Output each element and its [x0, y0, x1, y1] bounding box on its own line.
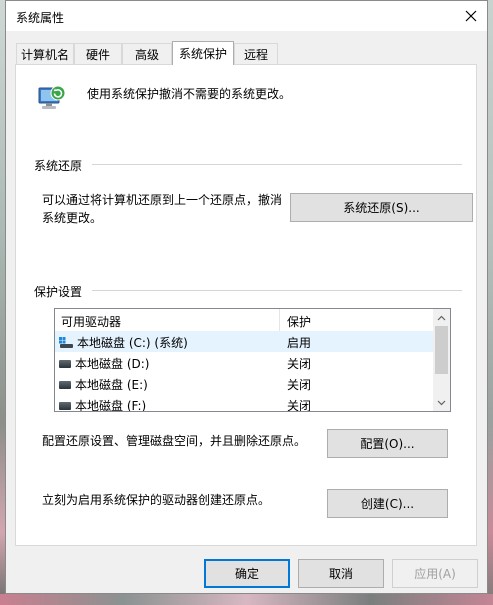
scroll-down-button[interactable] [433, 394, 450, 411]
column-header-protection[interactable]: 保护 [287, 313, 311, 330]
protection-status: 关闭 [287, 399, 312, 412]
drive-name: 本地磁盘 (C:) (系统) [77, 336, 188, 350]
cancel-button[interactable]: 取消 [298, 559, 384, 588]
protection-status: 启用 [287, 336, 312, 350]
tab-remote[interactable]: 远程 [234, 43, 278, 64]
window-title: 系统属性 [16, 11, 65, 25]
column-header-drives[interactable]: 可用驱动器 [61, 313, 121, 330]
close-button[interactable] [455, 1, 487, 31]
tab-panel: 使用系统保护撤消不需要的系统更改。 系统还原 可以通过将计算机还原到上一个还原点… [15, 64, 477, 546]
tab-hardware[interactable]: 硬件 [74, 43, 122, 64]
configure-description: 配置还原设置、管理磁盘空间，并且删除还原点。 [42, 434, 307, 448]
section-divider [92, 164, 462, 165]
close-icon [465, 10, 477, 22]
scroll-up-button[interactable] [433, 309, 450, 326]
tab-computer-name[interactable]: 计算机名 [16, 43, 74, 64]
scroll-thumb[interactable] [435, 326, 448, 374]
system-restore-section-label: 系统还原 [34, 159, 83, 173]
drive-name: 本地磁盘 (D:) [75, 357, 150, 371]
title-bar[interactable]: 系统属性 [6, 1, 487, 31]
table-row[interactable]: 本地磁盘 (D:) 关闭 [55, 352, 433, 373]
restore-description-line1: 可以通过将计算机还原到上一个还原点，撤消 [42, 193, 283, 207]
system-protection-icon [36, 82, 68, 114]
configure-button[interactable]: 配置(O)... [327, 429, 448, 458]
drive-icon [59, 359, 71, 368]
protection-status: 关闭 [287, 378, 312, 392]
table-row[interactable]: 本地磁盘 (C:) (系统) 启用 [55, 331, 433, 352]
drive-list[interactable]: 可用驱动器 保护 本地磁盘 (C:) (系统) 启用 本地磁盘 (D:) 关闭 … [54, 308, 451, 412]
system-properties-window: 系统属性 计算机名 硬件 高级 系统保护 远程 使用系统保护撤消不需要的系统更改… [5, 0, 488, 594]
drive-icon [59, 380, 71, 389]
restore-description-line2: 系统更改。 [42, 211, 103, 225]
create-description: 立刻为启用系统保护的驱动器创建还原点。 [42, 493, 271, 507]
ok-button[interactable]: 确定 [204, 559, 290, 588]
tab-system-protection[interactable]: 系统保护 [172, 41, 234, 65]
section-divider [92, 290, 462, 291]
system-drive-icon [59, 336, 73, 348]
table-row[interactable]: 本地磁盘 (E:) 关闭 [55, 373, 433, 394]
list-header: 可用驱动器 保护 [55, 309, 433, 332]
drive-icon [59, 401, 71, 410]
chevron-up-icon [437, 315, 446, 320]
system-restore-button[interactable]: 系统还原(S)... [290, 193, 473, 222]
tab-advanced[interactable]: 高级 [122, 43, 172, 64]
list-scrollbar[interactable] [433, 309, 450, 411]
desktop-background-bottom [0, 594, 493, 605]
protection-settings-section-label: 保护设置 [34, 285, 83, 299]
drive-name: 本地磁盘 (F:) [75, 399, 147, 412]
column-divider[interactable] [279, 309, 280, 331]
create-button[interactable]: 创建(C)... [327, 489, 448, 518]
chevron-down-icon [437, 400, 446, 405]
header-description: 使用系统保护撤消不需要的系统更改。 [87, 87, 292, 101]
apply-button[interactable]: 应用(A) [392, 559, 478, 588]
table-row[interactable]: 本地磁盘 (F:) 关闭 [55, 394, 433, 412]
protection-status: 关闭 [287, 357, 312, 371]
drive-name: 本地磁盘 (E:) [75, 378, 148, 392]
